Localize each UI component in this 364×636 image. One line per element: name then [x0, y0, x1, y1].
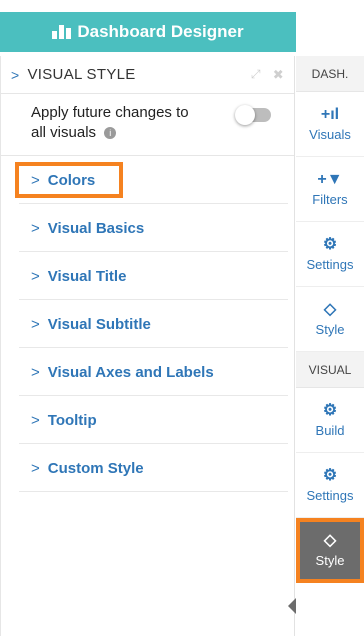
sidebar-item-label: Settings	[306, 256, 354, 272]
dashboard-designer-button[interactable]: Dashboard Designer	[0, 12, 296, 52]
expand-icon[interactable]: ⤢	[251, 67, 261, 82]
panel-header[interactable]: > VISUAL STYLE ⤢ ✖	[1, 56, 294, 94]
section-label: Custom Style	[47, 459, 144, 477]
apply-future-changes-row: Apply future changes to all visuals i	[1, 94, 294, 156]
sidebar-item-label: Build	[315, 422, 345, 438]
chevron-right-icon: >	[31, 315, 40, 333]
panel-title: VISUAL STYLE	[27, 66, 136, 83]
section-label: Visual Subtitle	[47, 315, 151, 333]
sidebar-item-visual-style[interactable]: ◇ Style	[296, 518, 364, 583]
chevron-right-icon: >	[11, 66, 20, 83]
section-label: Tooltip	[47, 411, 97, 429]
sidebar-item-label: Settings	[306, 487, 354, 503]
style-section-list: > Colors > Visual Basics > Visual Title …	[1, 156, 294, 492]
info-icon[interactable]: i	[104, 127, 117, 140]
gears-icon: ⚙	[322, 466, 338, 484]
visual-section-label: VISUAL	[296, 352, 364, 388]
section-label: Visual Axes and Labels	[47, 363, 214, 381]
active-pointer	[288, 598, 296, 614]
section-colors[interactable]: > Colors	[1, 156, 294, 204]
section-tooltip[interactable]: > Tooltip	[1, 396, 294, 444]
apply-all-toggle[interactable]	[235, 105, 271, 125]
sidebar-item-label: Visuals	[309, 126, 351, 142]
sidebar-item-visuals[interactable]: +ıl Visuals	[296, 92, 364, 157]
section-visual-basics[interactable]: > Visual Basics	[1, 204, 294, 252]
section-visual-axes-labels[interactable]: > Visual Axes and Labels	[1, 348, 294, 396]
highlight-box	[15, 162, 123, 198]
add-filter-icon: +▼	[317, 170, 343, 188]
gears-icon: ⚙	[322, 235, 338, 253]
visual-style-panel: > VISUAL STYLE ⤢ ✖ Apply future changes …	[0, 56, 295, 636]
chevron-right-icon: >	[31, 363, 40, 381]
section-label: Visual Basics	[47, 219, 145, 237]
toggle-knob	[235, 105, 255, 125]
sidebar-item-filters[interactable]: +▼ Filters	[296, 157, 364, 222]
diamond-icon: ◇	[323, 532, 337, 549]
dashboard-designer-label: Dashboard Designer	[77, 22, 244, 41]
sidebar-item-dash-settings[interactable]: ⚙ Settings	[296, 222, 364, 287]
dash-section-label: DASH.	[296, 56, 364, 92]
right-sidebar: DASH. +ıl Visuals +▼ Filters ⚙ Settings …	[296, 56, 364, 636]
sidebar-item-visual-settings[interactable]: ⚙ Settings	[296, 453, 364, 518]
dashboard-icon	[52, 25, 72, 39]
chevron-right-icon: >	[31, 267, 40, 285]
add-chart-icon: +ıl	[320, 105, 340, 123]
section-visual-title[interactable]: > Visual Title	[1, 252, 294, 300]
section-label: Visual Title	[47, 267, 127, 285]
diamond-icon: ◇	[323, 300, 337, 318]
close-icon[interactable]: ✖	[273, 67, 284, 83]
chevron-right-icon: >	[31, 411, 40, 429]
section-custom-style[interactable]: > Custom Style	[1, 444, 294, 492]
section-visual-subtitle[interactable]: > Visual Subtitle	[1, 300, 294, 348]
build-icon: ⚙	[322, 401, 338, 419]
sidebar-item-dash-style[interactable]: ◇ Style	[296, 287, 364, 352]
sidebar-item-build[interactable]: ⚙ Build	[296, 388, 364, 453]
apply-label-line2: all visuals	[31, 124, 97, 141]
chevron-right-icon: >	[31, 459, 40, 477]
sidebar-item-label: Style	[315, 553, 345, 568]
chevron-right-icon: >	[31, 219, 40, 237]
sidebar-item-label: Filters	[312, 191, 348, 207]
sidebar-item-label: Style	[315, 321, 345, 337]
